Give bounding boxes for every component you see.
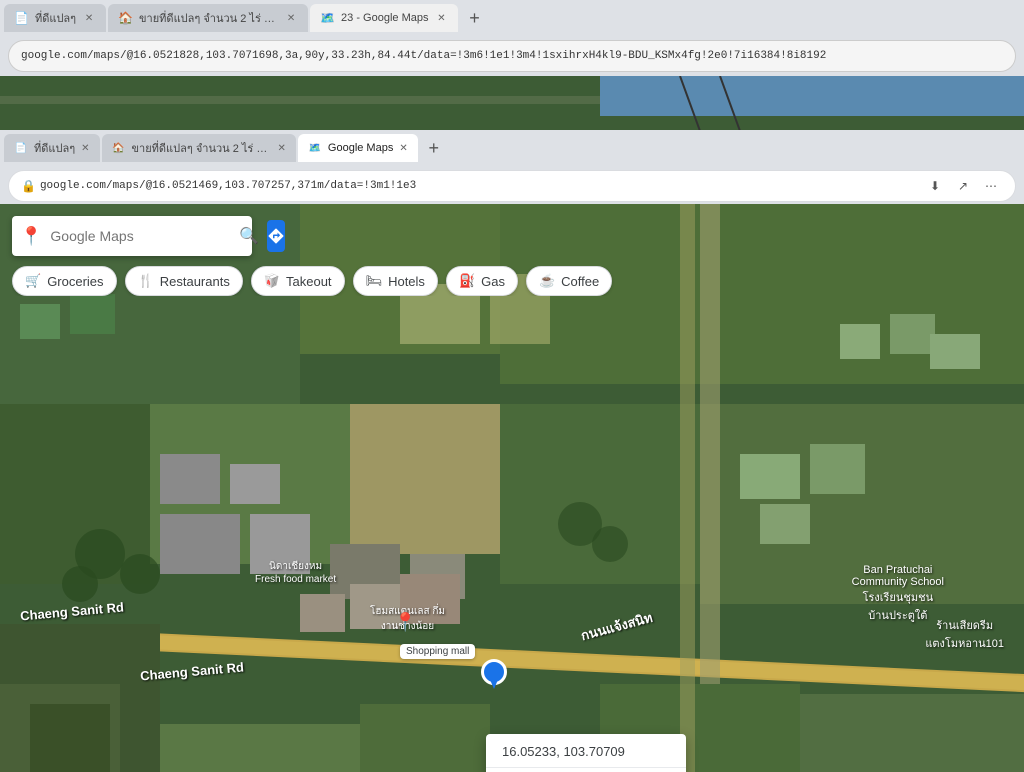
top-url-text: google.com/maps/@16.0521828,103.7071698,…	[21, 50, 826, 62]
main-tab2-close[interactable]: ✕	[278, 143, 286, 154]
top-tab-2[interactable]: 🏠 ขายที่ดีแปลๆ จำนวน 2 ไร่ 3 งาน 91... ✕	[108, 4, 308, 32]
tab1-close[interactable]: ✕	[82, 11, 96, 25]
top-browser-window: 📄 ที่ดีแปลๆ ✕ 🏠 ขายที่ดีแปลๆ จำนวน 2 ไร่…	[0, 0, 1024, 130]
top-map-svg	[0, 76, 1024, 130]
context-menu: 16.05233, 103.70709 Directions from here…	[486, 734, 686, 772]
chip-restaurants[interactable]: 🍴 Restaurants	[125, 266, 243, 296]
new-tab-button[interactable]: +	[460, 4, 488, 32]
main-tab2-favicon: 🏠	[112, 141, 126, 155]
tab1-favicon: 📄	[14, 11, 29, 25]
map-area[interactable]: 📍 🔍 🛒 Groceries 🍴 Restaurants 🥡 Takeout	[0, 204, 1024, 772]
hotels-icon: 🛏	[366, 273, 383, 289]
top-map-preview	[0, 76, 1024, 130]
home-store-label: นิดาเชียงหม Fresh food market	[255, 559, 336, 585]
share-button[interactable]: ↗	[951, 174, 975, 198]
more-button[interactable]: ⋯	[979, 174, 1003, 198]
gas-label: Gas	[481, 274, 505, 289]
main-new-tab-button[interactable]: +	[420, 134, 448, 162]
main-address-bar[interactable]: 🔒 google.com/maps/@16.0521469,103.707257…	[8, 170, 1016, 202]
tab2-close[interactable]: ✕	[284, 11, 298, 25]
category-chips: 🛒 Groceries 🍴 Restaurants 🥡 Takeout 🛏 Ho…	[12, 266, 1012, 296]
groceries-icon: 🛒	[25, 273, 41, 289]
chip-gas[interactable]: ⛽ Gas	[446, 266, 518, 296]
takeout-label: Takeout	[286, 274, 332, 289]
map-marker	[484, 659, 504, 692]
chip-groceries[interactable]: 🛒 Groceries	[12, 266, 117, 296]
tab2-label: ขายที่ดีแปลๆ จำนวน 2 ไร่ 3 งาน 91...	[139, 9, 278, 27]
tab3-close[interactable]: ✕	[434, 11, 448, 25]
download-button[interactable]: ⬇	[923, 174, 947, 198]
location-marker-2: 📍	[394, 612, 416, 633]
chip-takeout[interactable]: 🥡 Takeout	[251, 266, 345, 296]
maps-pin-icon: 📍	[20, 226, 42, 247]
main-tab-bar: 📄 ที่ดีแปลๆ ✕ 🏠 ขายที่ดีแปลๆ จำนวน 2 ไร่…	[0, 130, 1024, 166]
tab1-label: ที่ดีแปลๆ	[35, 9, 76, 27]
shopping-mall-badge: Shopping mall	[400, 644, 475, 659]
maps-directions-button[interactable]	[267, 220, 285, 252]
coffee-icon: ☕	[539, 273, 555, 289]
top-tab-bar: 📄 ที่ดีแปลๆ ✕ 🏠 ขายที่ดีแปลๆ จำนวน 2 ไร่…	[0, 0, 1024, 36]
restaurants-icon: 🍴	[138, 273, 154, 289]
groceries-label: Groceries	[47, 274, 103, 289]
restaurants-label: Restaurants	[160, 274, 230, 289]
main-tab1-close[interactable]: ✕	[81, 143, 89, 154]
top-tab-3[interactable]: 🗺️ 23 - Google Maps ✕	[310, 4, 458, 32]
main-tab3-close[interactable]: ✕	[399, 143, 407, 154]
top-tab-1[interactable]: 📄 ที่ดีแปลๆ ✕	[4, 4, 106, 32]
tab3-label: 23 - Google Maps	[341, 12, 428, 24]
main-tab-1[interactable]: 📄 ที่ดีแปลๆ ✕	[4, 134, 100, 162]
coffee-label: Coffee	[561, 274, 599, 289]
takeout-icon: 🥡	[264, 273, 280, 289]
context-menu-directions-from[interactable]: Directions from here	[486, 768, 686, 772]
address-bar-icons: ⬇ ↗ ⋯	[923, 174, 1003, 198]
main-tab-3[interactable]: 🗺️ Google Maps ✕	[298, 134, 418, 162]
main-browser-window: 📄 ที่ดีแปลๆ ✕ 🏠 ขายที่ดีแปลๆ จำนวน 2 ไร่…	[0, 130, 1024, 768]
gas-icon: ⛽	[459, 273, 475, 289]
main-tab-2[interactable]: 🏠 ขายที่ดีแปลๆ จำนวน 2 ไร่ 3 งาน 91... ✕	[102, 134, 296, 162]
main-tab3-favicon: 🗺️	[308, 141, 322, 155]
tab2-favicon: 🏠	[118, 11, 133, 25]
main-tab1-label: ที่ดีแปลๆ	[34, 139, 75, 157]
url-text: google.com/maps/@16.0521469,103.707257,3…	[40, 180, 919, 192]
lock-icon: 🔒	[21, 179, 36, 194]
main-tab1-favicon: 📄	[14, 141, 28, 155]
hotels-label: Hotels	[388, 274, 425, 289]
chip-hotels[interactable]: 🛏 Hotels	[353, 266, 438, 296]
main-tab3-label: Google Maps	[328, 142, 393, 154]
maps-search-input[interactable]	[50, 228, 231, 244]
context-menu-coordinates: 16.05233, 103.70709	[486, 734, 686, 768]
chip-coffee[interactable]: ☕ Coffee	[526, 266, 612, 296]
top-address-bar[interactable]: google.com/maps/@16.0521828,103.7071698,…	[8, 40, 1016, 72]
tab3-favicon: 🗺️	[320, 11, 335, 25]
main-tab2-label: ขายที่ดีแปลๆ จำนวน 2 ไร่ 3 งาน 91...	[132, 139, 272, 157]
maps-search-bar[interactable]: 📍 🔍	[12, 216, 252, 256]
maps-search-button[interactable]: 🔍	[239, 222, 259, 250]
